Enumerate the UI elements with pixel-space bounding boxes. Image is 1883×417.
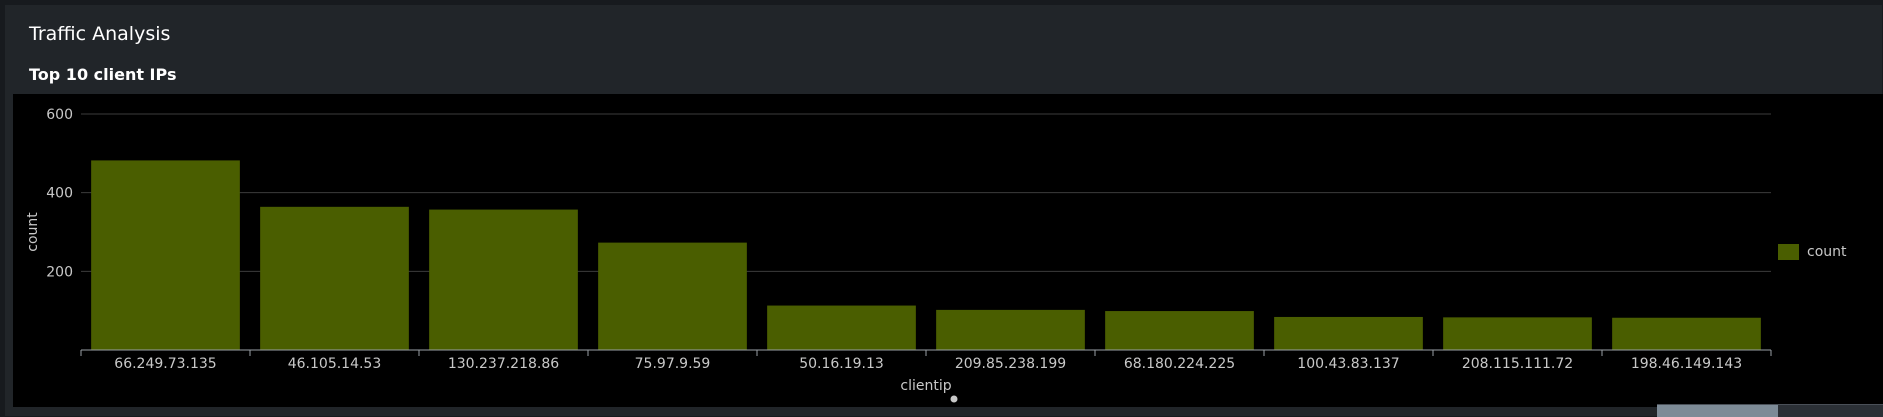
bar: [1105, 311, 1254, 350]
x-tick-label: 198.46.149.143: [1631, 356, 1742, 372]
bar: [1274, 316, 1423, 350]
bar: [767, 305, 916, 350]
chart-title: Top 10 client IPs: [29, 65, 177, 84]
x-tick-label: 68.180.224.225: [1124, 356, 1235, 372]
x-tick-label: 46.105.14.53: [288, 356, 382, 372]
bottom-toolbar[interactable]: [1657, 404, 1883, 417]
bar: [1612, 317, 1761, 350]
x-tick-label: 209.85.238.199: [955, 356, 1066, 372]
legend-label: count: [1807, 244, 1847, 260]
legend-swatch: [1778, 244, 1799, 260]
bar: [429, 209, 578, 350]
section-title: Traffic Analysis: [29, 23, 171, 45]
y-tick-label: 200: [46, 264, 73, 280]
x-tick-label: 50.16.19.13: [799, 356, 884, 372]
y-tick-label: 600: [46, 107, 73, 123]
bar: [936, 309, 1085, 350]
chart-area: 200 400 600 count 66.249.73.135 46.105.14.53 1…: [13, 94, 1883, 407]
x-tick-label: 130.237.218.86: [448, 356, 559, 372]
x-axis-label: clientip: [900, 378, 951, 394]
x-tick-label: 208.115.111.72: [1462, 356, 1573, 372]
bar: [91, 160, 240, 350]
bottom-toolbar-segment[interactable]: [1657, 405, 1778, 417]
x-tick-label: 75.97.9.59: [635, 356, 711, 372]
y-axis-label: count: [25, 212, 41, 252]
x-tick-label: 66.249.73.135: [114, 356, 216, 372]
bar: [1443, 317, 1592, 350]
bar: [598, 242, 747, 350]
chart-legend[interactable]: count: [1778, 244, 1847, 260]
bar: [260, 206, 409, 350]
x-tick-label: 100.43.83.137: [1297, 356, 1399, 372]
bar-chart: 200 400 600 count 66.249.73.135 46.105.14.53 1…: [25, 107, 1772, 403]
pager-dot: [950, 395, 958, 403]
y-tick-label: 400: [46, 186, 73, 202]
